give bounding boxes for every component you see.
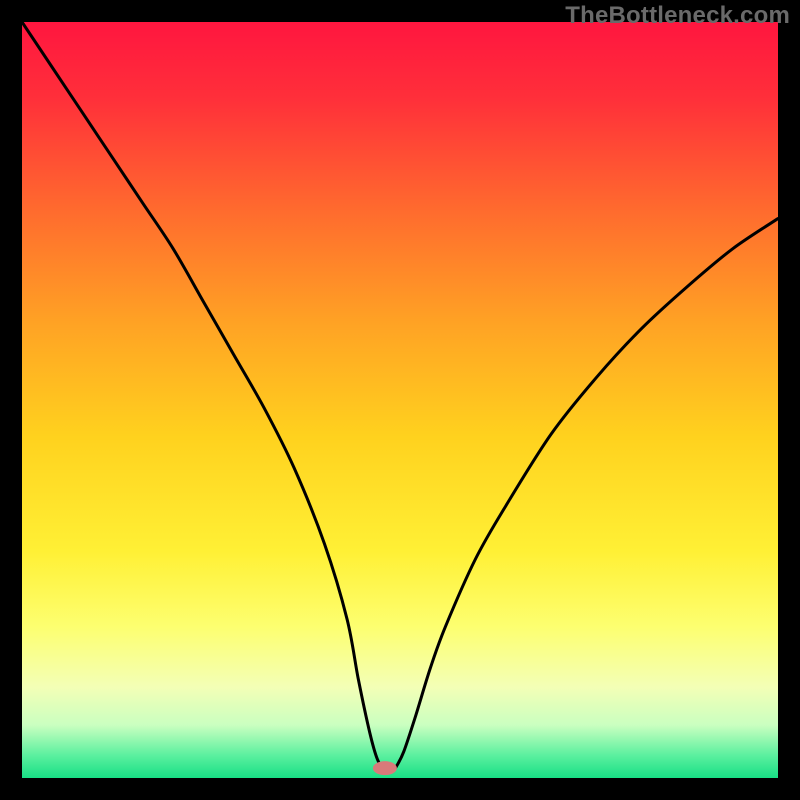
chart-frame: TheBottleneck.com <box>0 0 800 800</box>
optimal-point-marker <box>373 761 397 775</box>
plot-area <box>22 22 778 778</box>
bottleneck-chart <box>22 22 778 778</box>
chart-background <box>22 22 778 778</box>
watermark-text: TheBottleneck.com <box>565 2 790 30</box>
